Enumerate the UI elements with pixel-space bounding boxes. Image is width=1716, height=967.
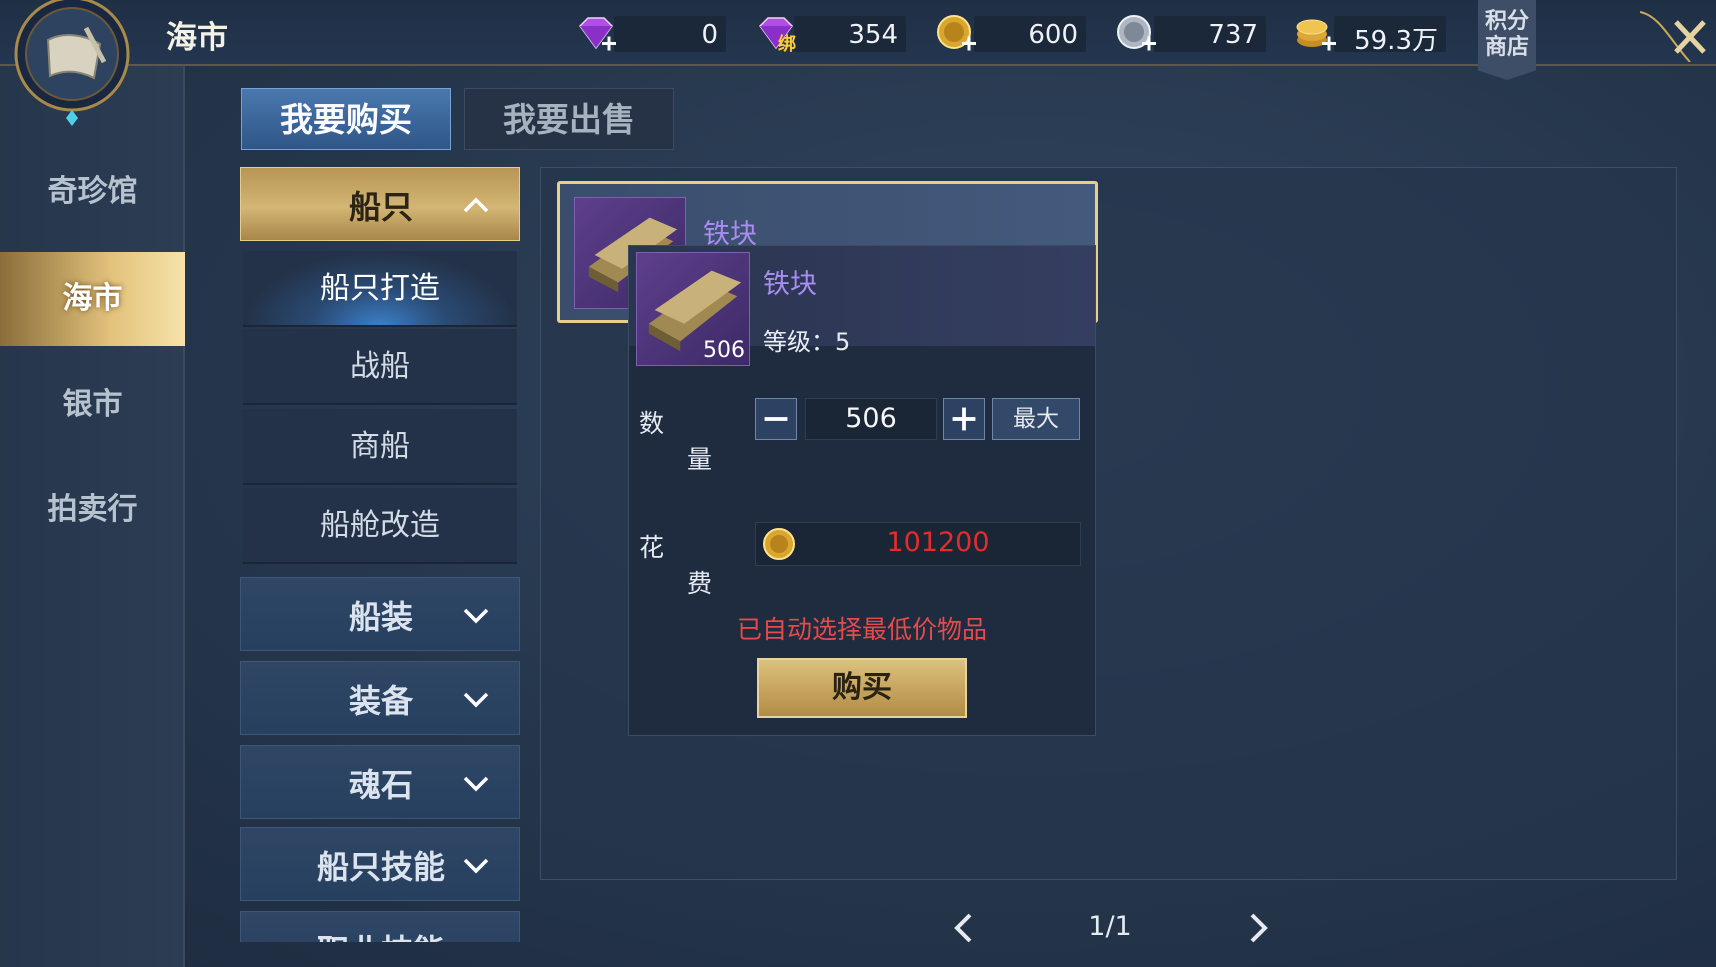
popup-item-level: 等级：5	[763, 328, 851, 356]
points-shop-label-2: 商店	[1484, 34, 1529, 60]
currency-value: 59.3万	[1354, 26, 1438, 56]
chevron-right-icon[interactable]	[1240, 911, 1274, 945]
quantity-minus-button[interactable]	[755, 398, 797, 440]
minus-icon	[764, 417, 788, 421]
nav-item-qizhenguan[interactable]: 奇珍馆	[0, 162, 185, 222]
gold-coin-plus-icon[interactable]	[934, 12, 980, 56]
subcategory-cabin-mod[interactable]: 船舱改造	[243, 488, 517, 564]
category-soulstone[interactable]: 魂石	[240, 745, 520, 819]
tab-sell[interactable]: 我要出售	[464, 88, 674, 150]
quantity-plus-button[interactable]	[943, 398, 985, 440]
quantity-label-2: 量	[687, 445, 713, 474]
nav-item-yinshi[interactable]: 银市	[0, 375, 185, 435]
points-shop-label-1: 积分	[1484, 8, 1529, 34]
chevron-down-icon	[463, 858, 489, 874]
chevron-down-icon	[463, 692, 489, 708]
auto-select-note: 已自动选择最低价物品	[736, 615, 987, 644]
buy-button[interactable]: 购买	[757, 658, 967, 718]
plus-icon	[952, 407, 976, 431]
chevron-up-icon	[463, 197, 489, 213]
chevron-down-icon	[463, 608, 489, 624]
gold-stack-plus-icon[interactable]	[1294, 12, 1340, 56]
category-equipment[interactable]: 装备	[240, 661, 520, 735]
currency-gold-coin[interactable]: 600	[937, 15, 1086, 52]
popup-item-name: 铁块	[763, 269, 817, 300]
left-nav: 奇珍馆 海市 银市 拍卖行	[0, 66, 185, 967]
bound-badge: 绑	[778, 34, 796, 55]
chevron-down-icon	[463, 776, 489, 792]
cost-value: 101200	[886, 527, 990, 558]
category-ship-skills[interactable]: 船只技能	[240, 827, 520, 901]
subcategory-ship-build[interactable]: 船只打造	[243, 251, 517, 327]
quantity-label: 数 量	[639, 404, 739, 476]
category-ship-gear[interactable]: 船装	[240, 577, 520, 651]
currency-value: 354	[848, 20, 898, 50]
cost-label-1: 花	[639, 533, 665, 562]
item-count: 506	[703, 338, 745, 363]
page-indicator: 1/1	[1088, 911, 1132, 942]
currency-bound-diamond[interactable]: 绑 354	[759, 16, 906, 55]
tab-buy[interactable]: 我要购买	[241, 88, 451, 150]
top-bar: 海市 0 绑 354 600 737 59.3万 积分 商店	[0, 0, 1716, 80]
currency-value: 600	[1028, 20, 1078, 50]
subcategory-merchant-ship[interactable]: 商船	[243, 409, 517, 485]
chevron-left-icon[interactable]	[948, 911, 982, 945]
nav-item-haishi[interactable]: 海市	[0, 252, 185, 346]
popup-item-thumbnail: 506	[636, 252, 750, 366]
max-quantity-button[interactable]: 最大	[992, 398, 1080, 440]
close-icon[interactable]	[1640, 10, 1710, 62]
page-title: 海市	[166, 20, 228, 56]
cost-field: 101200	[755, 522, 1081, 566]
quantity-label-1: 数	[639, 409, 665, 438]
currency-value: 737	[1208, 20, 1258, 50]
subcategory-warship[interactable]: 战船	[243, 329, 517, 405]
pagination: 1/1	[940, 905, 1280, 955]
category-class-skills[interactable]: 职业技能	[240, 911, 520, 942]
category-list: 船只 船只打造 战船 商船 船舱改造 船装 装备 魂石 船只技能 职业技能	[240, 167, 520, 942]
cost-label-2: 费	[687, 569, 713, 598]
silver-coin-plus-icon[interactable]	[1114, 12, 1160, 56]
diamond-plus-icon[interactable]	[574, 12, 620, 56]
category-ships[interactable]: 船只	[240, 167, 520, 241]
quantity-input[interactable]: 506	[805, 398, 937, 440]
currency-value: 0	[701, 20, 718, 50]
points-shop-button[interactable]: 积分 商店	[1478, 0, 1536, 80]
chevron-down-icon	[461, 934, 491, 942]
buy-popup: 506 铁块 等级：5 数 量 506 最大 花 费 101200 已自动选择最…	[628, 245, 1096, 736]
currency-gold-stack[interactable]: 59.3万	[1296, 16, 1446, 56]
nav-item-paimaihang[interactable]: 拍卖行	[0, 480, 185, 540]
currency-silver-coin[interactable]: 737	[1117, 15, 1266, 52]
currency-diamond[interactable]: 0	[579, 16, 726, 52]
scroll-emblem-icon	[14, 0, 130, 126]
cost-label: 花 费	[639, 528, 739, 600]
gold-coin-icon	[763, 528, 795, 560]
